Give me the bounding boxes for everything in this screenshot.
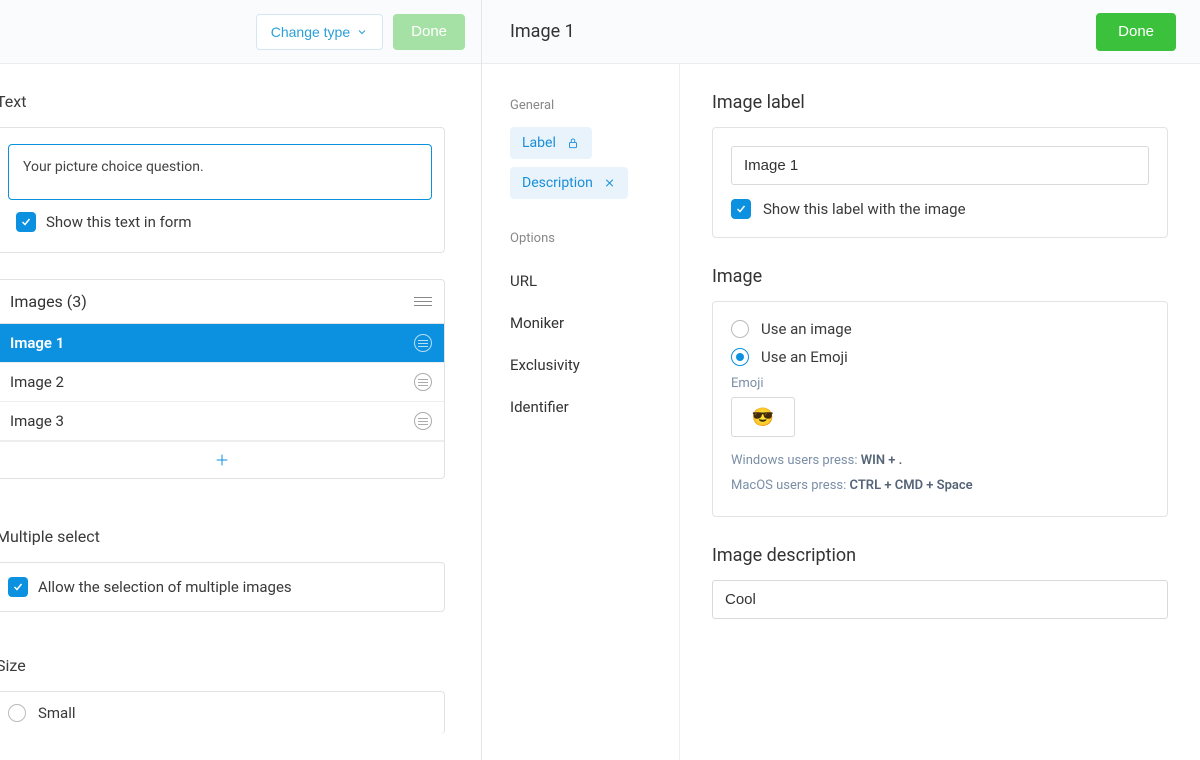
nav-item-exclusivity[interactable]: Exclusivity xyxy=(510,344,663,386)
check-icon xyxy=(20,216,32,228)
multiple-select-title: Multiple select xyxy=(0,499,481,558)
emoji-hint-macos: MacOS users press: CTRL + CMD + Space xyxy=(731,474,1149,499)
emoji-value: 😎 xyxy=(752,407,774,428)
image-list-item[interactable]: Image 2 xyxy=(0,363,444,402)
nav-group-general: General xyxy=(510,98,663,113)
emoji-hint-windows: Windows users press: WIN + . xyxy=(731,449,1149,474)
images-list-header: Images (3) xyxy=(0,280,444,324)
check-icon xyxy=(735,203,747,215)
image-item-label: Image 3 xyxy=(10,412,64,430)
image-label-input[interactable] xyxy=(731,146,1149,185)
page-title: Image 1 xyxy=(510,21,575,42)
image-list-item[interactable]: Image 1 xyxy=(0,324,444,363)
use-emoji-label: Use an Emoji xyxy=(761,348,848,366)
main-editor: Image label Show this label with the ima… xyxy=(680,64,1200,760)
question-text-input[interactable]: Your picture choice question. xyxy=(8,144,432,200)
reorder-icon[interactable] xyxy=(414,297,432,306)
nav-group-options: Options xyxy=(510,231,663,246)
side-nav: General Label Description xyxy=(482,64,680,760)
nav-chip-label-text: Label xyxy=(522,135,556,151)
right-header: Image 1 Done xyxy=(482,0,1200,64)
emoji-sub-label: Emoji xyxy=(731,376,1149,391)
image-list-item[interactable]: Image 3 xyxy=(0,402,444,441)
show-label-checkbox[interactable] xyxy=(731,199,751,219)
text-section-title: Text xyxy=(0,64,481,123)
done-button-right[interactable]: Done xyxy=(1096,13,1176,51)
nav-chip-description[interactable]: Description xyxy=(510,167,628,199)
question-text-value: Your picture choice question. xyxy=(23,159,204,175)
image-item-label: Image 2 xyxy=(10,373,64,391)
check-icon xyxy=(12,581,24,593)
nav-chip-label[interactable]: Label xyxy=(510,127,592,159)
images-count-label: Images (3) xyxy=(10,292,87,311)
drag-handle-icon[interactable] xyxy=(414,412,432,430)
left-panel: Change type Done Text Your picture choic… xyxy=(0,0,482,760)
change-type-label: Change type xyxy=(271,24,350,40)
add-image-button[interactable] xyxy=(0,441,444,478)
nav-item-url[interactable]: URL xyxy=(510,260,663,302)
plus-icon xyxy=(214,452,230,468)
size-small-label: Small xyxy=(38,704,76,722)
show-text-label: Show this text in form xyxy=(46,213,192,231)
nav-item-identifier[interactable]: Identifier xyxy=(510,386,663,428)
image-label-title: Image label xyxy=(712,92,1168,113)
lock-icon xyxy=(566,136,580,150)
drag-handle-icon[interactable] xyxy=(414,334,432,352)
size-section-title: Size xyxy=(0,628,481,687)
done-button-left[interactable]: Done xyxy=(393,14,465,50)
image-label-block: Show this label with the image xyxy=(712,127,1168,238)
chevron-down-icon xyxy=(356,26,368,38)
allow-multiple-label: Allow the selection of multiple images xyxy=(38,578,292,596)
allow-multiple-checkbox[interactable] xyxy=(8,577,28,597)
left-header: Change type Done xyxy=(0,0,481,64)
use-image-label: Use an image xyxy=(761,320,852,338)
use-image-radio[interactable] xyxy=(731,320,749,338)
close-icon xyxy=(603,176,616,190)
drag-handle-icon[interactable] xyxy=(414,373,432,391)
image-item-label: Image 1 xyxy=(10,334,64,352)
emoji-input[interactable]: 😎 xyxy=(731,397,795,437)
show-label-text: Show this label with the image xyxy=(763,200,966,218)
show-text-checkbox[interactable] xyxy=(16,212,36,232)
image-description-input[interactable] xyxy=(712,580,1168,619)
left-body: Text Your picture choice question. Show … xyxy=(0,64,481,760)
nav-item-moniker[interactable]: Moniker xyxy=(510,302,663,344)
use-emoji-radio[interactable] xyxy=(731,348,749,366)
image-description-title: Image description xyxy=(712,545,1168,566)
change-type-button[interactable]: Change type xyxy=(256,14,383,50)
image-block: Use an image Use an Emoji Emoji 😎 Window… xyxy=(712,301,1168,517)
size-small-radio[interactable] xyxy=(8,704,26,722)
nav-chip-description-text: Description xyxy=(522,175,593,191)
image-section-title: Image xyxy=(712,266,1168,287)
right-panel: Image 1 Done General Label Description xyxy=(482,0,1200,760)
